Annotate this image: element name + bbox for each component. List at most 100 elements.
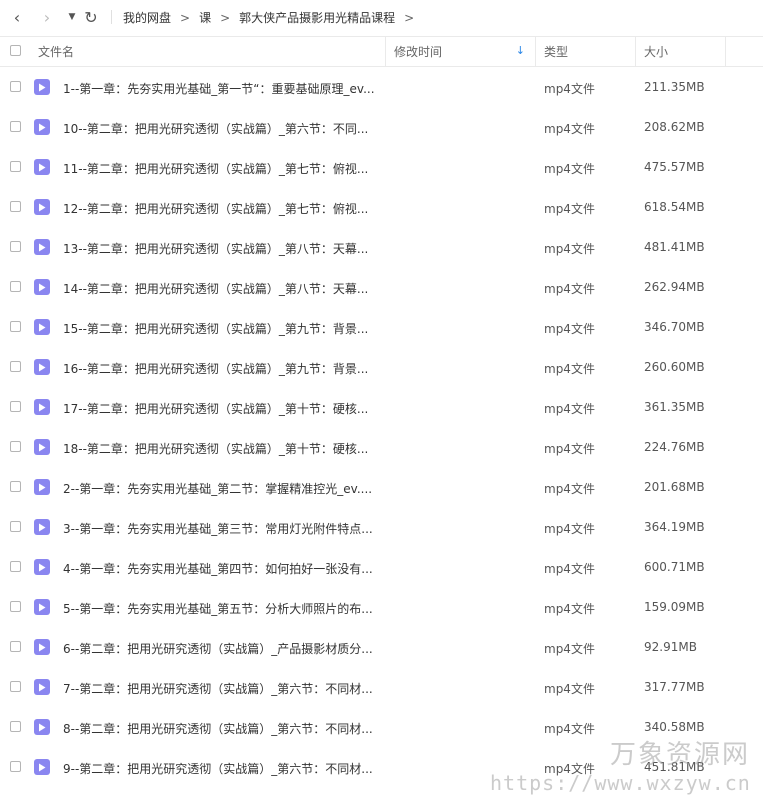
back-icon[interactable]: ‹ xyxy=(6,6,28,28)
video-file-icon xyxy=(34,199,50,215)
file-list-header: 文件名 修改时间 ↓ 类型 大小 xyxy=(0,36,763,67)
file-type: mp4文件 xyxy=(544,162,595,176)
row-checkbox[interactable] xyxy=(10,761,21,772)
file-row[interactable]: 10--第二章：把用光研究透彻（实战篇）_第六节：不同... mp4文件 208.6… xyxy=(0,107,763,147)
row-checkbox[interactable] xyxy=(10,281,21,292)
row-checkbox[interactable] xyxy=(10,361,21,372)
row-checkbox[interactable] xyxy=(10,561,21,572)
file-name[interactable]: 5--第一章：先夯实用光基础_第五节：分析大师照片的布... xyxy=(63,600,383,617)
file-name[interactable]: 4--第一章：先夯实用光基础_第四节：如何拍好一张没有... xyxy=(63,560,383,577)
row-checkbox[interactable] xyxy=(10,241,21,252)
row-checkbox[interactable] xyxy=(10,681,21,692)
file-type: mp4文件 xyxy=(544,82,595,96)
file-size: 618.54MB xyxy=(644,200,705,214)
row-checkbox[interactable] xyxy=(10,481,21,492)
file-size: 340.58MB xyxy=(644,720,705,734)
row-checkbox[interactable] xyxy=(10,161,21,172)
file-name[interactable]: 14--第二章：把用光研究透彻（实战篇）_第八节：天幕... xyxy=(63,280,383,297)
file-type: mp4文件 xyxy=(544,442,595,456)
file-type: mp4文件 xyxy=(544,122,595,136)
file-name[interactable]: 6--第二章：把用光研究透彻（实战篇）_产品摄影材质分... xyxy=(63,640,383,657)
file-name[interactable]: 11--第二章：把用光研究透彻（实战篇）_第七节：俯视... xyxy=(63,160,383,177)
column-header-modified[interactable]: 修改时间 ↓ xyxy=(385,37,535,66)
column-header-size[interactable]: 大小 xyxy=(635,37,725,66)
file-row[interactable]: 3--第一章：先夯实用光基础_第三节：常用灯光附件特点... mp4文件 364.1… xyxy=(0,507,763,547)
file-row[interactable]: 14--第二章：把用光研究透彻（实战篇）_第八节：天幕... mp4文件 262.9… xyxy=(0,267,763,307)
column-header-name[interactable]: 文件名 xyxy=(38,37,383,66)
file-name[interactable]: 1--第一章：先夯实用光基础_第一节“：重要基础原理_ev... xyxy=(63,80,383,97)
breadcrumb-separator: > xyxy=(180,10,191,25)
file-row[interactable]: 15--第二章：把用光研究透彻（实战篇）_第九节：背景... mp4文件 346.7… xyxy=(0,307,763,347)
video-file-icon xyxy=(34,159,50,175)
file-row[interactable]: 9--第二章：把用光研究透彻（实战篇）_第六节：不同材... mp4文件 451.8… xyxy=(0,747,763,787)
select-all-checkbox[interactable] xyxy=(10,45,21,56)
row-checkbox[interactable] xyxy=(10,401,21,412)
file-type: mp4文件 xyxy=(544,482,595,496)
row-checkbox[interactable] xyxy=(10,441,21,452)
file-row[interactable]: 1--第一章：先夯实用光基础_第一节“：重要基础原理_ev... mp4文件 211… xyxy=(0,67,763,107)
video-file-icon xyxy=(34,639,50,655)
file-size: 208.62MB xyxy=(644,120,705,134)
file-row[interactable]: 17--第二章：把用光研究透彻（实战篇）_第十节：硬核... mp4文件 361.3… xyxy=(0,387,763,427)
video-file-icon xyxy=(34,319,50,335)
file-row[interactable]: 12--第二章：把用光研究透彻（实战篇）_第七节：俯视... mp4文件 618.5… xyxy=(0,187,763,227)
file-row[interactable]: 8--第二章：把用光研究透彻（实战篇）_第六节：不同材... mp4文件 340.5… xyxy=(0,707,763,747)
column-header-type[interactable]: 类型 xyxy=(535,37,635,66)
file-row[interactable]: 6--第二章：把用光研究透彻（实战篇）_产品摄影材质分... mp4文件 92.91… xyxy=(0,627,763,667)
file-size: 262.94MB xyxy=(644,280,705,294)
row-checkbox[interactable] xyxy=(10,121,21,132)
file-name[interactable]: 10--第二章：把用光研究透彻（实战篇）_第六节：不同... xyxy=(63,120,383,137)
row-checkbox[interactable] xyxy=(10,601,21,612)
file-name[interactable]: 8--第二章：把用光研究透彻（实战篇）_第六节：不同材... xyxy=(63,720,383,737)
file-name[interactable]: 13--第二章：把用光研究透彻（实战篇）_第八节：天幕... xyxy=(63,240,383,257)
file-name[interactable]: 16--第二章：把用光研究透彻（实战篇）_第九节：背景... xyxy=(63,360,383,377)
file-size: 201.68MB xyxy=(644,480,705,494)
file-type: mp4文件 xyxy=(544,322,595,336)
file-row[interactable]: 13--第二章：把用光研究透彻（实战篇）_第八节：天幕... mp4文件 481.4… xyxy=(0,227,763,267)
file-row[interactable]: 5--第一章：先夯实用光基础_第五节：分析大师照片的布... mp4文件 159.0… xyxy=(0,587,763,627)
file-row[interactable]: 2--第一章：先夯实用光基础_第二节：掌握精准控光_ev.... mp4文件 201… xyxy=(0,467,763,507)
file-row[interactable]: 11--第二章：把用光研究透彻（实战篇）_第七节：俯视... mp4文件 475.5… xyxy=(0,147,763,187)
breadcrumb: 我的网盘 > 课 > 郭大侠产品摄影用光精品课程 > xyxy=(123,9,423,26)
row-checkbox[interactable] xyxy=(10,721,21,732)
file-type: mp4文件 xyxy=(544,522,595,536)
row-checkbox[interactable] xyxy=(10,321,21,332)
file-size: 361.35MB xyxy=(644,400,705,414)
row-checkbox[interactable] xyxy=(10,521,21,532)
row-checkbox[interactable] xyxy=(10,81,21,92)
file-type: mp4文件 xyxy=(544,402,595,416)
file-name[interactable]: 7--第二章：把用光研究透彻（实战篇）_第六节：不同材... xyxy=(63,680,383,697)
video-file-icon xyxy=(34,559,50,575)
file-name[interactable]: 17--第二章：把用光研究透彻（实战篇）_第十节：硬核... xyxy=(63,400,383,417)
file-name[interactable]: 15--第二章：把用光研究透彻（实战篇）_第九节：背景... xyxy=(63,320,383,337)
file-row[interactable]: 7--第二章：把用光研究透彻（实战篇）_第六节：不同材... mp4文件 317.7… xyxy=(0,667,763,707)
file-size: 317.77MB xyxy=(644,680,705,694)
file-size: 224.76MB xyxy=(644,440,705,454)
file-row[interactable]: 16--第二章：把用光研究透彻（实战篇）_第九节：背景... mp4文件 260.6… xyxy=(0,347,763,387)
breadcrumb-separator: > xyxy=(404,10,415,25)
column-header-type-label: 类型 xyxy=(544,45,569,59)
video-file-icon xyxy=(34,479,50,495)
file-type: mp4文件 xyxy=(544,602,595,616)
file-row[interactable]: 4--第一章：先夯实用光基础_第四节：如何拍好一张没有... mp4文件 600.7… xyxy=(0,547,763,587)
file-name[interactable]: 18--第二章：把用光研究透彻（实战篇）_第十节：硬核... xyxy=(63,440,383,457)
refresh-icon[interactable]: ↻ xyxy=(80,6,102,28)
breadcrumb-item-course[interactable]: 课 xyxy=(199,9,211,26)
row-checkbox[interactable] xyxy=(10,201,21,212)
file-size: 159.09MB xyxy=(644,600,705,614)
breadcrumb-item-root[interactable]: 我的网盘 xyxy=(123,9,171,26)
file-name[interactable]: 9--第二章：把用光研究透彻（实战篇）_第六节：不同材... xyxy=(63,760,383,777)
row-checkbox[interactable] xyxy=(10,641,21,652)
sort-descending-icon[interactable]: ↓ xyxy=(516,44,525,57)
breadcrumb-item-current-folder[interactable]: 郭大侠产品摄影用光精品课程 xyxy=(239,9,395,26)
file-row[interactable]: 18--第二章：把用光研究透彻（实战篇）_第十节：硬核... mp4文件 224.7… xyxy=(0,427,763,467)
video-file-icon xyxy=(34,399,50,415)
file-type: mp4文件 xyxy=(544,362,595,376)
file-name[interactable]: 12--第二章：把用光研究透彻（实战篇）_第七节：俯视... xyxy=(63,200,383,217)
forward-icon[interactable]: › xyxy=(36,6,58,28)
video-file-icon xyxy=(34,679,50,695)
file-name[interactable]: 3--第一章：先夯实用光基础_第三节：常用灯光附件特点... xyxy=(63,520,383,537)
file-type: mp4文件 xyxy=(544,202,595,216)
file-size: 260.60MB xyxy=(644,360,705,374)
file-name[interactable]: 2--第一章：先夯实用光基础_第二节：掌握精准控光_ev.... xyxy=(63,480,383,497)
